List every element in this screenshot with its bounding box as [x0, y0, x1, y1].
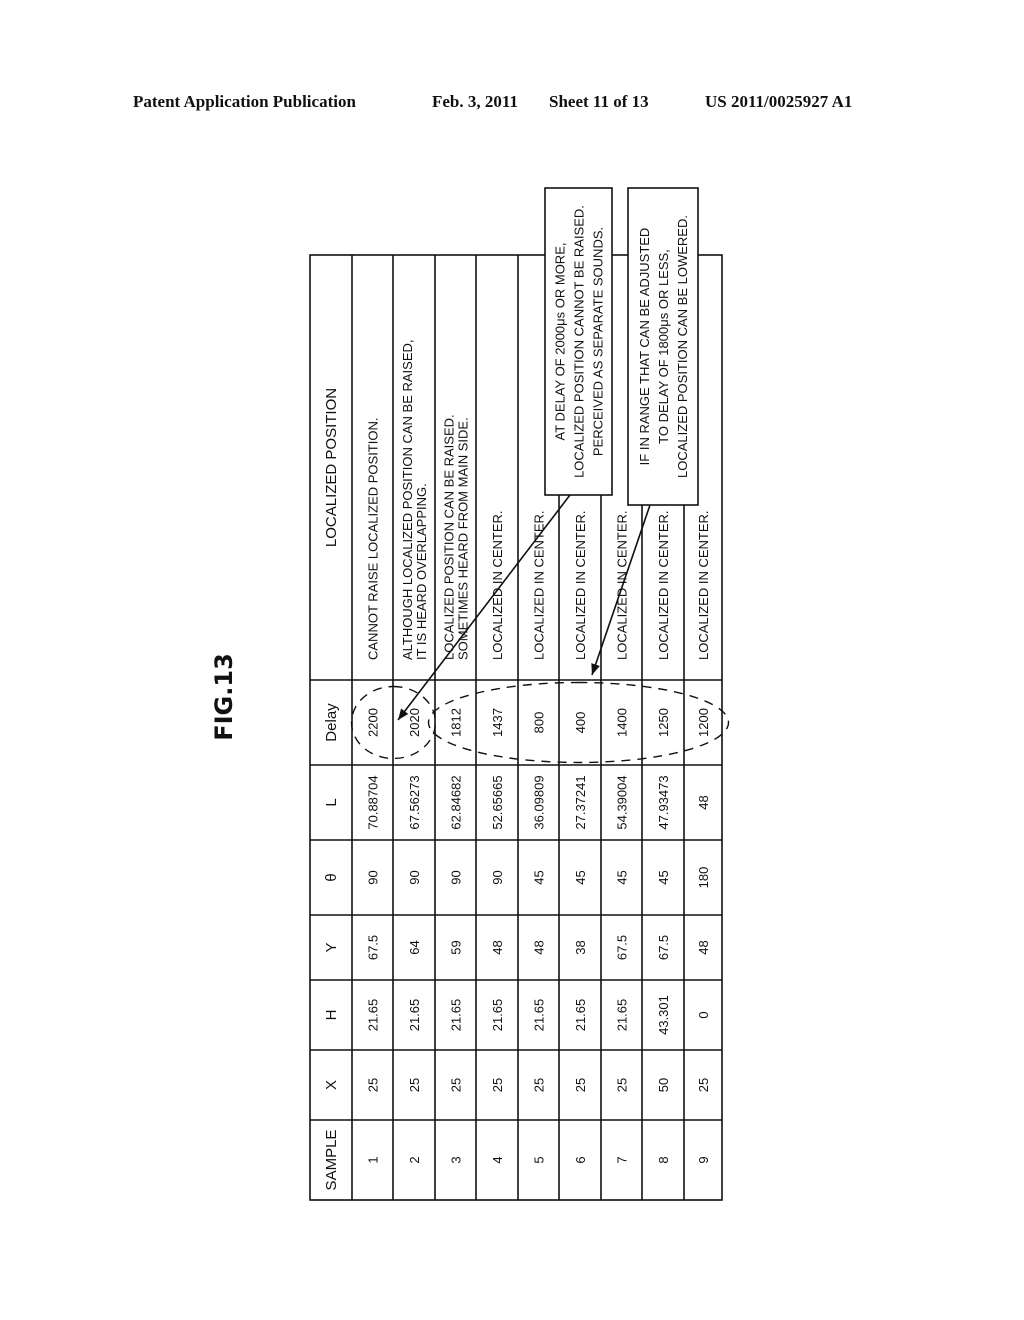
cell-sample: 4 — [490, 1156, 505, 1163]
cell-theta: 45 — [656, 870, 671, 884]
cell-h: 21.65 — [490, 999, 505, 1032]
cell-h: 21.65 — [449, 999, 464, 1032]
cell-sample: 6 — [573, 1156, 588, 1163]
cell-x: 25 — [532, 1078, 547, 1092]
cell-delay: 1812 — [449, 708, 464, 737]
cell-delay: 2200 — [366, 708, 381, 737]
cell-l: 62.84682 — [449, 775, 464, 829]
cell-localized-position: LOCALIZED IN CENTER. — [490, 510, 505, 660]
cell-h: 43.301 — [656, 995, 671, 1035]
cell-sample: 5 — [532, 1156, 547, 1163]
column-header-l: L — [323, 798, 340, 806]
cell-y: 48 — [696, 940, 711, 954]
cell-x: 25 — [366, 1078, 381, 1092]
cell-theta: 90 — [490, 870, 505, 884]
cell-l: 47.93473 — [656, 775, 671, 829]
figure-label: FIG.13 — [210, 653, 238, 741]
cell-delay: 1437 — [490, 708, 505, 737]
callout-text: IF IN RANGE THAT CAN BE ADJUSTED — [637, 228, 652, 466]
cell-delay: 800 — [532, 712, 547, 734]
column-header-localized-position: LOCALIZED POSITION — [323, 388, 340, 547]
cell-delay: 2020 — [407, 708, 422, 737]
cell-h: 21.65 — [532, 999, 547, 1032]
cell-l: 52.65665 — [490, 775, 505, 829]
cell-theta: 45 — [532, 870, 547, 884]
column-header-x: X — [323, 1080, 340, 1090]
cell-y: 67.5 — [656, 935, 671, 960]
cell-delay: 1200 — [696, 708, 711, 737]
callout-text: LOCALIZED POSITION CAN BE LOWERED. — [675, 215, 690, 478]
data-table: SAMPLEXHYθLDelayLOCALIZED POSITION12521.… — [309, 187, 730, 1201]
cell-l: 70.88704 — [366, 775, 381, 829]
cell-localized-position: LOCALIZED IN CENTER. — [532, 510, 547, 660]
cell-h: 21.65 — [615, 999, 630, 1032]
callout-2-arrow-head — [591, 663, 600, 675]
cell-y: 64 — [407, 940, 422, 954]
cell-h: 21.65 — [366, 999, 381, 1032]
cell-l: 54.39004 — [615, 775, 630, 829]
cell-delay: 1400 — [615, 708, 630, 737]
cell-localized-position: LOCALIZED POSITION CAN BE RAISED. — [442, 414, 457, 660]
cell-y: 48 — [490, 940, 505, 954]
cell-delay: 1250 — [656, 708, 671, 737]
figure-13: FIG.13 SAMPLE X H Yθ L Delay LOCALIZED POSITIO… — [210, 187, 730, 1201]
cell-x: 25 — [615, 1078, 630, 1092]
cell-theta: 45 — [573, 870, 588, 884]
cell-y: 67.5 — [366, 935, 381, 960]
column-header-y: Y — [323, 942, 340, 952]
cell-y: 67.5 — [615, 935, 630, 960]
cell-localized-position: LOCALIZED IN CENTER. — [656, 510, 671, 660]
cell-localized-position: IT IS HEARD OVERLAPPING. — [414, 483, 429, 660]
cell-localized-position: CANNOT RAISE LOCALIZED POSITION. — [366, 418, 381, 660]
column-header-h: H — [323, 1010, 340, 1021]
cell-y: 38 — [573, 940, 588, 954]
cell-l: 36.09809 — [532, 775, 547, 829]
cell-theta: 90 — [407, 870, 422, 884]
cell-x: 25 — [696, 1078, 711, 1092]
cell-x: 25 — [449, 1078, 464, 1092]
cell-h: 21.65 — [573, 999, 588, 1032]
cell-sample: 9 — [696, 1156, 711, 1163]
cell-sample: 7 — [615, 1156, 630, 1163]
cell-x: 25 — [490, 1078, 505, 1092]
column-header-sample: SAMPLE — [323, 1130, 340, 1191]
cell-theta: 90 — [449, 870, 464, 884]
cell-h: 21.65 — [407, 999, 422, 1032]
cell-x: 50 — [656, 1078, 671, 1092]
cell-localized-position: LOCALIZED IN CENTER. — [573, 510, 588, 660]
cell-localized-position: ALTHOUGH LOCALIZED POSITION CAN BE RAISE… — [400, 340, 415, 661]
cell-sample: 1 — [366, 1156, 381, 1163]
cell-sample: 8 — [656, 1156, 671, 1163]
callout-text: LOCALIZED POSITION CANNOT BE RAISED. — [572, 205, 587, 478]
cell-x: 25 — [407, 1078, 422, 1092]
cell-y: 59 — [449, 940, 464, 954]
cell-l: 48 — [696, 795, 711, 809]
cell-theta: 180 — [696, 867, 711, 889]
cell-localized-position: LOCALIZED IN CENTER. — [696, 510, 711, 660]
callout-text: PERCEIVED AS SEPARATE SOUNDS. — [591, 227, 606, 456]
cell-localized-position: SOMETIMES HEARD FROM MAIN SIDE. — [456, 417, 471, 660]
cell-theta: 45 — [615, 870, 630, 884]
cell-l: 27.37241 — [573, 775, 588, 829]
cell-theta: 90 — [366, 870, 381, 884]
cell-y: 48 — [532, 940, 547, 954]
cell-x: 25 — [573, 1078, 588, 1092]
cell-l: 67.56273 — [407, 775, 422, 829]
cell-h: 0 — [696, 1011, 711, 1018]
callout-text: AT DELAY OF 2000μs OR MORE, — [553, 243, 568, 441]
column-header-theta: θ — [323, 873, 340, 881]
cell-delay: 400 — [573, 712, 588, 734]
cell-sample: 3 — [449, 1156, 464, 1163]
callout-text: TO DELAY OF 1800μs OR LESS, — [656, 249, 671, 444]
column-header-delay: Delay — [323, 703, 340, 742]
cell-sample: 2 — [407, 1156, 422, 1163]
